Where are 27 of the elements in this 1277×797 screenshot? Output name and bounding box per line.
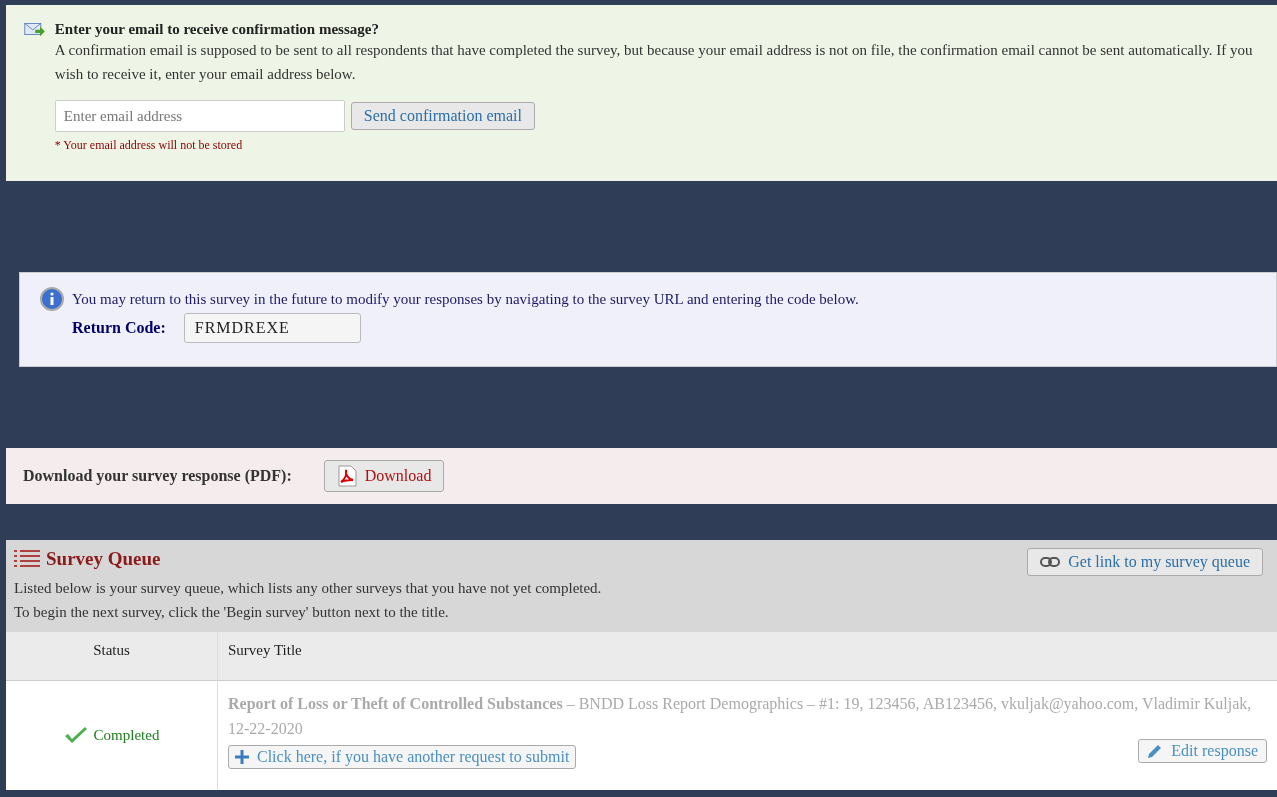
download-button[interactable]: Download [323, 460, 445, 492]
send-email-button[interactable]: Send confirmation email [350, 102, 535, 130]
survey-link-button[interactable]: Get link to my survey queue [1027, 548, 1263, 576]
edit-response-button[interactable]: Edit response [1138, 739, 1267, 763]
email-description: A confirmation email is supposed to be sent to all respondents that have completed the survey, but because your email address is not on file, the confirmation email cannot be sent automatically. If you wish to receive it, enter your email address below. [54, 41, 1254, 84]
pdf-icon [336, 465, 357, 487]
queue-description: Listed below is your survey queue, which lists any other surveys that you have not yet completed. [14, 579, 602, 598]
email-title: Enter your email to receive confirmation message? [54, 21, 380, 38]
return-code-field[interactable]: FRMDREXE [183, 313, 361, 343]
add-request-button[interactable]: Click here, if you have another request to submit [228, 745, 577, 769]
list-icon [14, 549, 40, 569]
pencil-icon [1147, 743, 1164, 759]
survey-title-text: Report of Loss or Theft of Controlled Substances – BNDD Loss Report Demographics – #1: 19, 123456, AB123456, vkuljak@yahoo.com, Vladimir Kuljak, 12-22-2020 [228, 694, 1253, 739]
email-field[interactable]: Enter email address [54, 100, 345, 132]
column-header: Survey Title [218, 632, 1277, 681]
check-icon [63, 726, 88, 745]
download-label: Download your survey response (PDF): [23, 467, 292, 485]
storage-note: * Your email address will not be stored [54, 138, 244, 153]
column-header: Status [6, 632, 218, 681]
link-icon [1040, 557, 1061, 567]
status-text: Completed [93, 727, 160, 744]
return-code-label: Return Code: [72, 319, 166, 337]
queue-description: To begin the next survey, click the 'Begin survey' button next to the title. [14, 603, 450, 622]
return-info-text: You may return to this survey in the future to modify your responses by navigating to the survey URL and entering the code below. [72, 290, 859, 309]
plus-icon [235, 750, 249, 764]
survey-queue-title: Survey Queue [46, 548, 161, 570]
info-icon [40, 287, 64, 311]
